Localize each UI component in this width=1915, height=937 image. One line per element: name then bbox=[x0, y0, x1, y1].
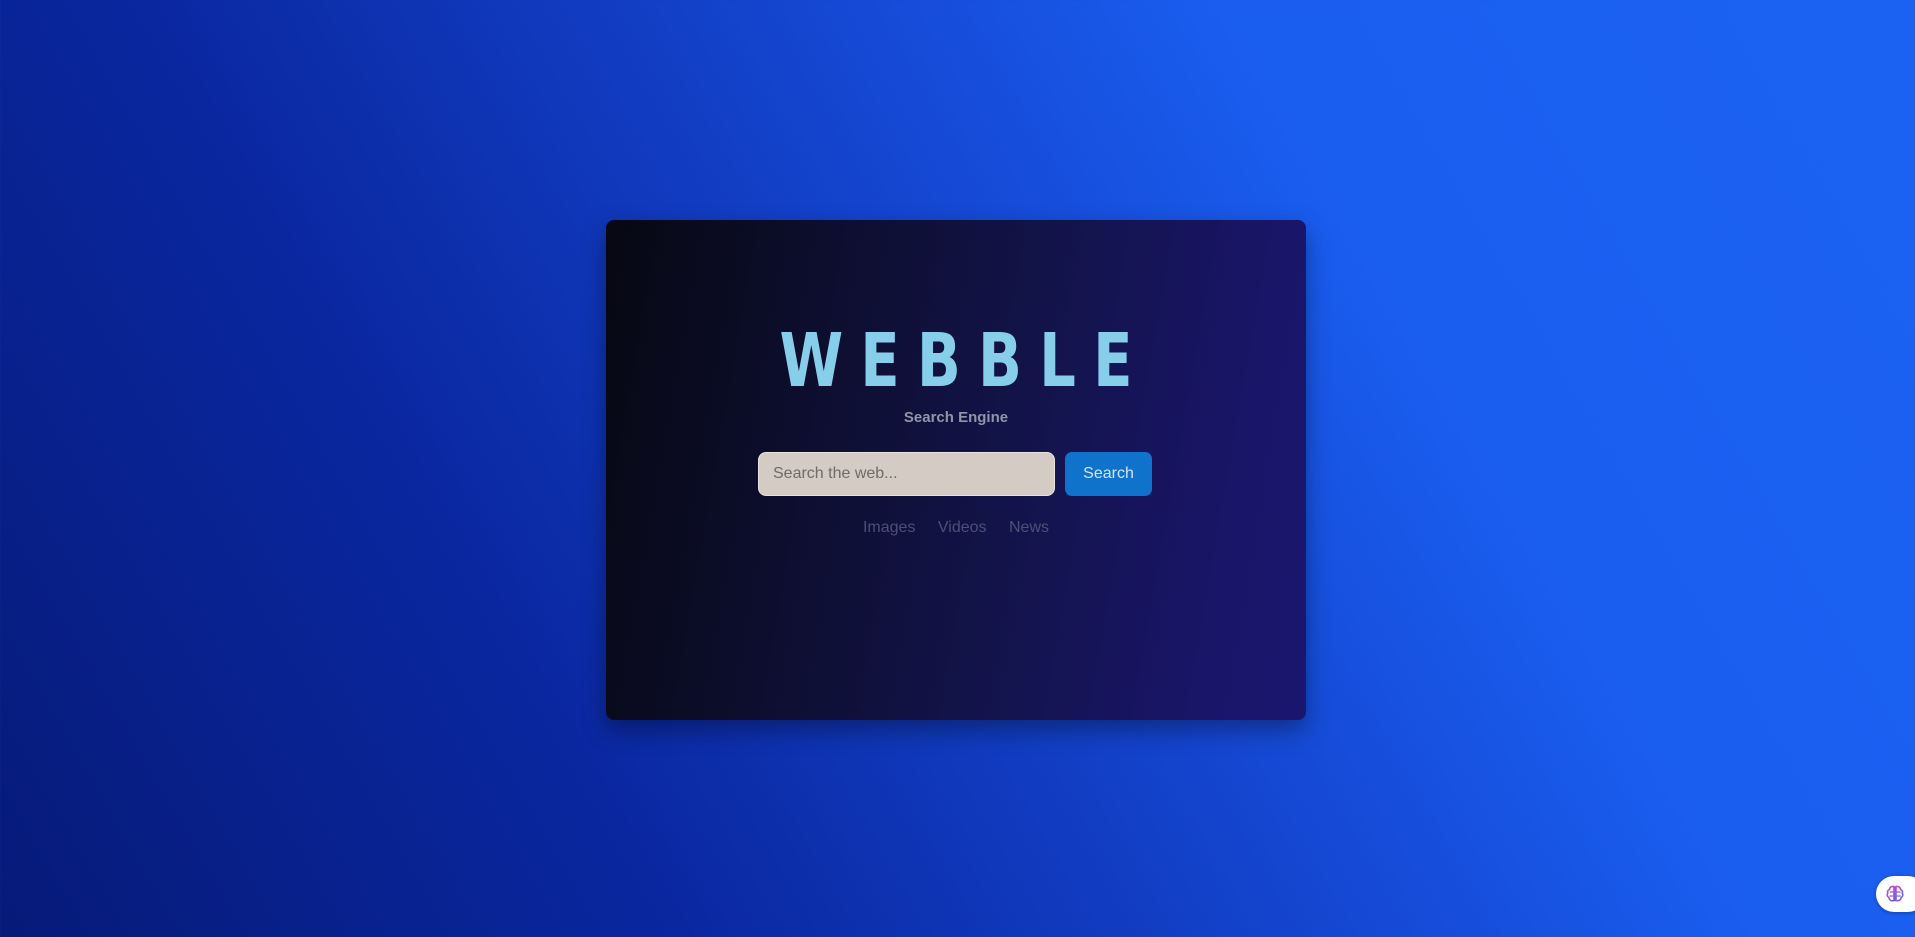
nav-link-images[interactable]: Images bbox=[863, 519, 915, 536]
assistant-widget-button[interactable] bbox=[1876, 876, 1915, 912]
nav-link-news[interactable]: News bbox=[1009, 519, 1049, 536]
search-form: Search bbox=[758, 452, 1152, 496]
search-input[interactable] bbox=[758, 452, 1055, 496]
nav-link-videos[interactable]: Videos bbox=[938, 519, 987, 536]
brain-icon bbox=[1886, 885, 1904, 902]
search-card: WEBBLE Search Engine Search Images Video… bbox=[606, 220, 1306, 720]
logo: WEBBLE bbox=[779, 318, 1150, 404]
nav-links: Images Videos News bbox=[606, 519, 1306, 537]
search-button[interactable]: Search bbox=[1065, 452, 1152, 496]
subtitle: Search Engine bbox=[903, 409, 1009, 426]
